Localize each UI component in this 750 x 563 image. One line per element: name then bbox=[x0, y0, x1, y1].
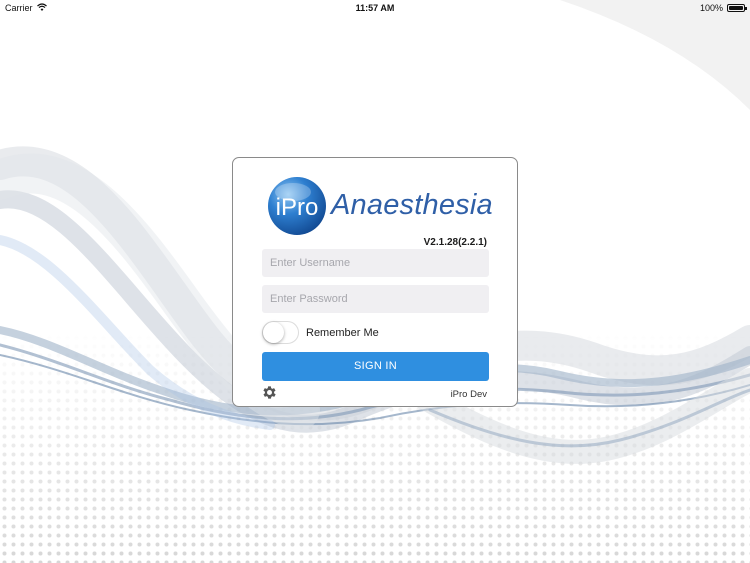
version-label: V2.1.28(2.2.1) bbox=[423, 237, 487, 248]
password-input[interactable] bbox=[262, 285, 489, 313]
battery-percentage: 100% bbox=[699, 3, 723, 13]
remember-me-label: Remember Me bbox=[306, 327, 379, 339]
ipro-logo-mark: iPro bbox=[268, 177, 326, 235]
remember-me-toggle[interactable] bbox=[262, 321, 299, 344]
app-name: Anaesthesia bbox=[331, 189, 493, 221]
username-input[interactable] bbox=[262, 249, 489, 277]
gear-icon[interactable] bbox=[261, 384, 278, 401]
status-bar: Carrier 11:57 AM 100% bbox=[0, 0, 750, 16]
environment-label: iPro Dev bbox=[450, 389, 487, 400]
battery-icon bbox=[727, 4, 747, 12]
app-logo: iPro Anaesthesia bbox=[267, 172, 497, 238]
login-panel: iPro Anaesthesia V2.1.28(2.2.1) Remember… bbox=[232, 157, 518, 407]
svg-text:iPro: iPro bbox=[276, 194, 319, 221]
status-time: 11:57 AM bbox=[355, 3, 395, 13]
sign-in-button[interactable]: SIGN IN bbox=[262, 352, 489, 381]
